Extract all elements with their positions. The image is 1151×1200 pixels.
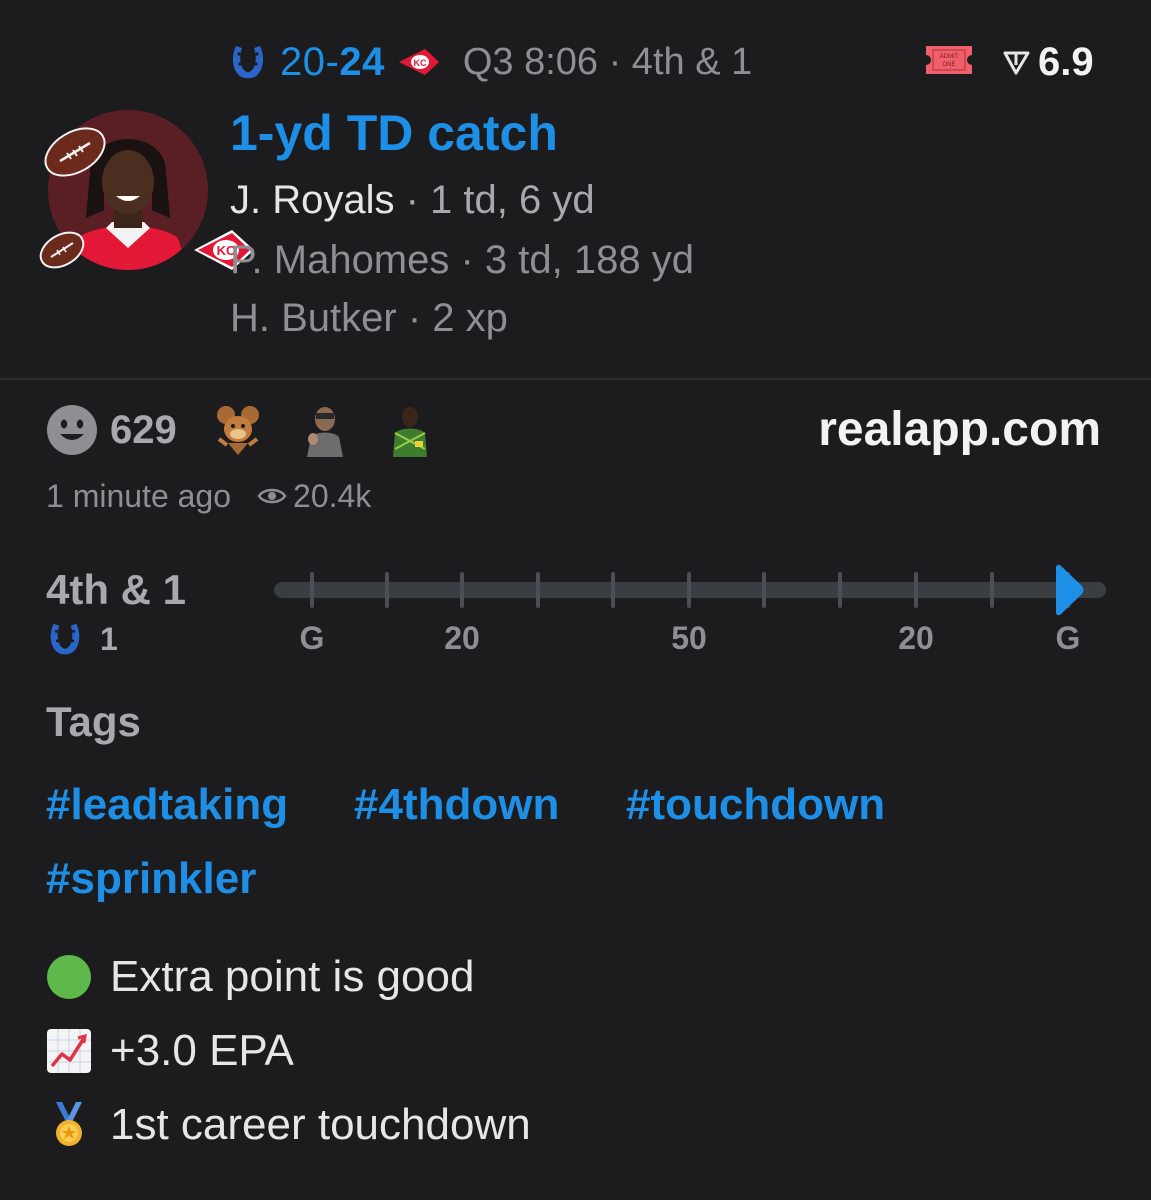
- ball-position-marker: [1056, 564, 1084, 616]
- view-count: 20.4k: [293, 477, 372, 514]
- rating-arrow-icon: [1003, 51, 1030, 75]
- game-score: 20-24: [280, 39, 385, 84]
- yard-tick: [611, 572, 615, 608]
- source-site-link[interactable]: realapp.com: [818, 402, 1101, 457]
- tag-link[interactable]: #touchdown: [626, 780, 885, 830]
- colts-horseshoe-icon: [50, 623, 80, 655]
- yard-label: G: [299, 620, 325, 656]
- note-item: +3.0 EPA: [46, 1026, 294, 1076]
- colts-horseshoe-icon: [232, 46, 264, 79]
- yard-label: 20: [898, 620, 934, 656]
- reactions-row[interactable]: 629: [46, 403, 435, 457]
- scoreboard[interactable]: 20-24 KC Q3 8:06 · 4th & 1: [228, 36, 752, 88]
- smiley-reaction-icon[interactable]: [46, 404, 98, 456]
- possession-team: 1: [46, 620, 118, 658]
- yard-line: 1: [100, 620, 118, 657]
- yard-tick: [460, 572, 464, 608]
- person-sticker[interactable]: [299, 403, 349, 457]
- tags-heading: Tags: [46, 698, 141, 745]
- yard-tick: [838, 572, 842, 608]
- tag-link[interactable]: #sprinkler: [46, 854, 256, 904]
- views-eye-icon: [257, 488, 287, 504]
- tag-link[interactable]: #4thdown: [354, 780, 559, 830]
- tag-link[interactable]: #leadtaking: [46, 780, 288, 830]
- football-icon: [39, 231, 85, 269]
- svg-text:ADMIT: ADMIT: [940, 54, 959, 60]
- note-item: 1st career touchdown: [46, 1100, 531, 1150]
- player-stat-line[interactable]: J. Royals · 1 td, 6 yd: [230, 178, 595, 223]
- medal-icon: [56, 1102, 82, 1146]
- yard-tick: [385, 572, 389, 608]
- reaction-count: 629: [110, 407, 177, 452]
- divider: [0, 378, 1151, 380]
- yard-label: 20: [444, 620, 480, 656]
- yard-tick: [536, 572, 540, 608]
- yard-tick: [990, 572, 994, 608]
- player-avatar[interactable]: KC: [39, 110, 254, 276]
- game-status: Q3 8:06 · 4th & 1: [462, 40, 753, 83]
- svg-text:ONE: ONE: [942, 62, 955, 68]
- yard-tick: [687, 572, 691, 608]
- chart-up-icon: [47, 1029, 91, 1073]
- yard-label: 50: [671, 620, 707, 656]
- note-item: Extra point is good: [46, 952, 474, 1002]
- time-ago: 1 minute ago: [46, 477, 232, 514]
- yard-tick: [914, 572, 918, 608]
- chiefs-arrowhead-icon: KC: [398, 49, 439, 75]
- green-circle-icon: [47, 955, 91, 999]
- yard-tick: [762, 572, 766, 608]
- field-position-bar: G 20 50 20 G: [274, 564, 1106, 664]
- play-rating[interactable]: 6.9: [1002, 36, 1094, 88]
- ticket-icon[interactable]: ADMIT ONE: [924, 44, 974, 76]
- player-stat-line[interactable]: H. Butker · 2 xp: [230, 296, 508, 341]
- player-stat-line[interactable]: P. Mahomes · 3 td, 188 yd: [230, 238, 694, 283]
- down-and-distance: 4th & 1: [46, 566, 187, 613]
- play-title[interactable]: 1-yd TD catch: [230, 104, 558, 162]
- cartoon-mouse-sticker[interactable]: [213, 403, 263, 457]
- yard-label: G: [1055, 620, 1081, 656]
- svg-text:KC: KC: [413, 58, 426, 68]
- post-meta: 1 minute ago 20.4k: [46, 476, 371, 516]
- football-icon: [44, 127, 106, 177]
- goalkeeper-sticker[interactable]: [385, 403, 435, 457]
- yard-tick: [310, 572, 314, 608]
